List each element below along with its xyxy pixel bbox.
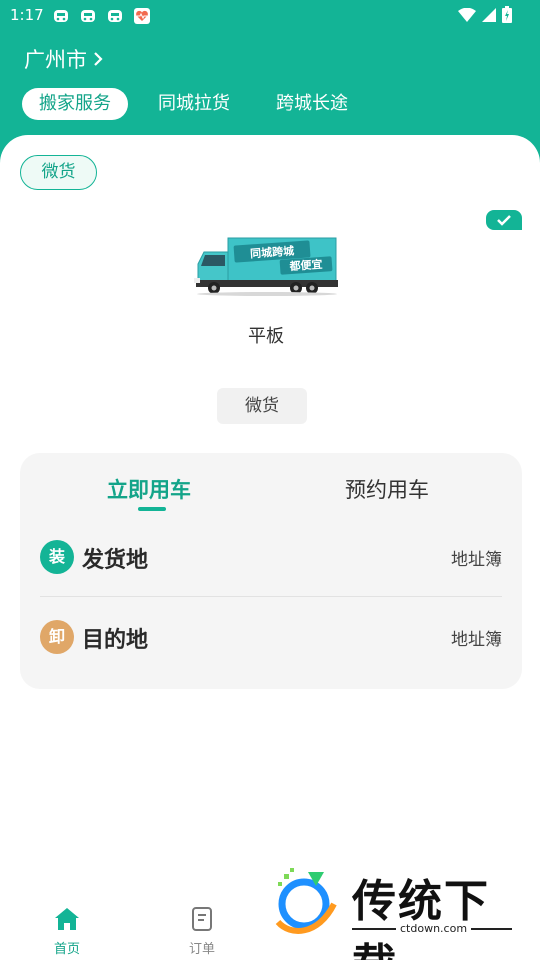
dropoff-location-row[interactable]: 卸 目的地 地址簿: [40, 617, 502, 657]
dropoff-address-book-link[interactable]: 地址簿: [451, 625, 502, 650]
pickup-label: 发货地: [82, 548, 149, 573]
status-icons: [458, 6, 512, 23]
active-tab-indicator: [138, 507, 166, 511]
chevron-right-icon: [94, 52, 103, 66]
load-badge: 装: [40, 540, 74, 574]
vehicle-category-chip[interactable]: 微货: [20, 155, 97, 190]
wifi-icon: [458, 7, 476, 22]
service-tabs: 搬家服务 同城拉货 跨城长途: [22, 88, 394, 120]
nav-orders-label: 订单: [188, 942, 215, 957]
tab-intercity-longhaul[interactable]: 跨城长途: [276, 88, 348, 120]
watermark: 传统下载 ctdown.com: [268, 862, 520, 960]
tab-same-city-freight[interactable]: 同城拉货: [158, 88, 230, 120]
nav-orders[interactable]: 订单: [172, 906, 232, 957]
divider: [40, 596, 502, 597]
check-icon: [497, 215, 511, 226]
car-app-icon: [81, 10, 95, 22]
health-app-icon: [134, 8, 150, 24]
status-bar: 1:17: [0, 0, 540, 32]
vehicle-name: 平板: [248, 326, 284, 347]
truck-banner-line2: 都便宜: [288, 257, 323, 273]
unload-badge: 卸: [40, 620, 74, 654]
nav-home[interactable]: 首页: [37, 906, 97, 957]
tab-book-later[interactable]: 预约用车: [345, 474, 429, 504]
tab-book-now[interactable]: 立即用车: [107, 474, 191, 504]
selected-check-badge: [486, 210, 522, 230]
pickup-address-book-link[interactable]: 地址簿: [451, 545, 502, 570]
dropoff-label: 目的地: [82, 628, 149, 653]
city-selector[interactable]: 广州市: [24, 44, 103, 74]
watermark-title: 传统下载: [352, 876, 490, 960]
watermark-logo-icon: [275, 868, 337, 934]
car-app-icon: [54, 10, 68, 22]
vehicle-subtype-chip[interactable]: 微货: [217, 388, 307, 424]
flatbed-truck-image[interactable]: 同城跨城 都便宜: [194, 236, 340, 296]
home-icon: [55, 908, 79, 930]
order-list-icon: [192, 907, 212, 931]
watermark-url: ctdown.com: [396, 922, 472, 935]
car-app-icon: [108, 10, 122, 22]
pickup-location-row[interactable]: 装 发货地 地址簿: [40, 537, 502, 577]
city-name: 广州市: [24, 48, 87, 72]
battery-icon: [502, 6, 512, 23]
booking-card: 立即用车 预约用车 装 发货地 地址簿 卸 目的地 地址簿: [20, 453, 522, 689]
tab-moving-service[interactable]: 搬家服务: [22, 88, 128, 120]
signal-icon: [482, 7, 496, 22]
status-time: 1:17: [10, 6, 44, 24]
nav-home-label: 首页: [53, 942, 80, 957]
